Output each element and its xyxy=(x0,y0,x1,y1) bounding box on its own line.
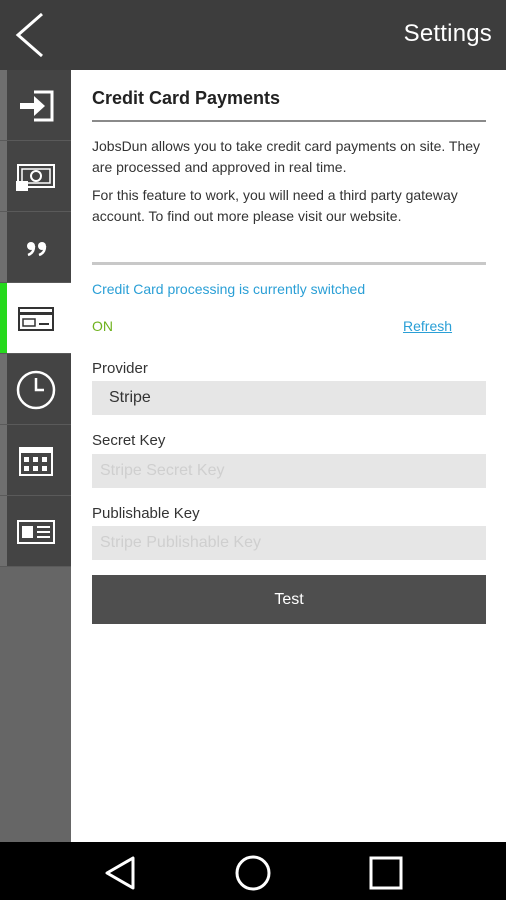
id-card-icon xyxy=(17,520,55,544)
page-title: Settings xyxy=(403,20,492,47)
gateway-info-text: For this feature to work, you will need … xyxy=(92,187,458,224)
description-text: JobsDun allows you to take credit card p… xyxy=(92,138,481,175)
credit-card-icon xyxy=(18,307,54,331)
status-badge: ON xyxy=(92,318,113,334)
top-bar: Settings xyxy=(0,0,506,70)
system-nav-bar xyxy=(0,842,506,900)
recents-square-icon xyxy=(369,856,403,890)
system-home-button[interactable] xyxy=(233,853,273,893)
chevron-left-icon xyxy=(15,12,43,58)
sidebar-item-quotes[interactable] xyxy=(0,212,71,283)
calendar-icon xyxy=(19,447,53,476)
sidebar-item-credit-card[interactable] xyxy=(0,283,71,354)
publishable-key-input[interactable] xyxy=(92,526,486,560)
secret-key-label: Secret Key xyxy=(92,432,166,449)
sidebar-item-indicator xyxy=(0,354,7,424)
money-icon xyxy=(16,164,55,191)
system-recents-button[interactable] xyxy=(366,853,406,893)
divider xyxy=(92,120,486,122)
sidebar-item-indicator xyxy=(0,70,7,140)
back-triangle-icon xyxy=(105,856,135,890)
sidebar-item-payments[interactable] xyxy=(0,141,71,212)
settings-panel: Credit Card Payments JobsDun allows you … xyxy=(71,70,506,842)
sidebar xyxy=(0,70,71,842)
processing-status-text: Credit Card processing is currently swit… xyxy=(92,281,366,297)
home-circle-icon xyxy=(235,855,271,891)
sidebar-item-indicator xyxy=(0,496,7,566)
sign-in-icon xyxy=(20,90,54,122)
quote-icon xyxy=(27,242,47,257)
clock-icon xyxy=(16,370,56,410)
sidebar-item-sign-in[interactable] xyxy=(0,70,71,141)
test-button[interactable]: Test xyxy=(92,575,486,624)
provider-select[interactable]: Stripe xyxy=(92,381,486,415)
refresh-link[interactable]: Refresh xyxy=(403,318,452,334)
system-back-button[interactable] xyxy=(100,853,140,893)
publishable-key-label: Publishable Key xyxy=(92,505,200,522)
provider-label: Provider xyxy=(92,360,148,377)
sidebar-item-indicator xyxy=(0,283,7,353)
sidebar-item-time[interactable] xyxy=(0,354,71,425)
sidebar-item-indicator xyxy=(0,212,7,282)
sidebar-item-indicator xyxy=(0,141,7,211)
back-button[interactable] xyxy=(6,8,56,62)
sidebar-item-calendar[interactable] xyxy=(0,425,71,496)
sidebar-item-id-card[interactable] xyxy=(0,496,71,567)
secret-key-input[interactable] xyxy=(92,454,486,488)
divider xyxy=(92,262,486,265)
sidebar-item-indicator xyxy=(0,425,7,495)
section-title: Credit Card Payments xyxy=(92,88,281,108)
